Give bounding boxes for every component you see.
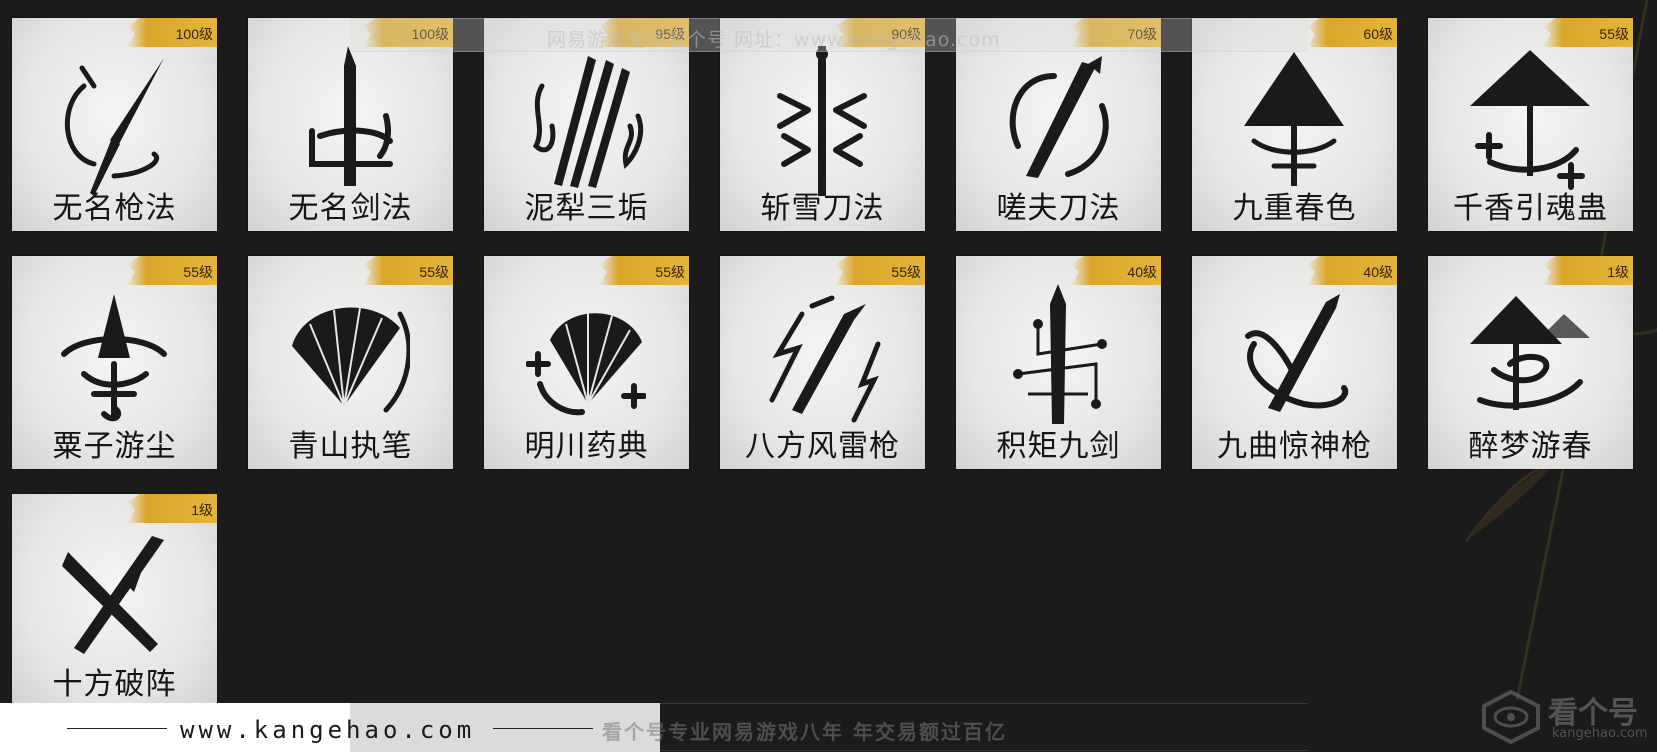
skill-name: 斩雪刀法 [760,191,885,226]
fan-icon [292,307,410,413]
sword-upright-icon [309,46,393,186]
lightning-spear-icon [769,295,881,423]
skill-card[interactable]: 55级 千香引魂蛊 [1428,18,1633,231]
divider-line [67,728,167,729]
triple-blade-flame-icon [532,56,644,188]
skill-name: 十方破阵 [52,667,177,702]
skill-card[interactable]: 1级 醉梦游春 [1428,256,1633,469]
level-badge: 100级 [127,18,217,47]
watermark-top-banner: 网易游戏能读看个号 网址：www.kangehao.com [350,18,1308,52]
crossed-swords-icon [62,536,164,654]
skill-card[interactable]: 100级 无名枪法 [12,18,217,231]
level-badge: 55级 [599,256,689,285]
blade-circle-icon [1009,56,1109,178]
spear-orbit-icon [1245,294,1349,412]
skill-name: 八方风雷枪 [745,429,900,464]
snow-blade-icon [777,46,867,196]
umbrella-plus-icon [1470,50,1590,190]
skill-name: 无名枪法 [52,191,177,226]
skill-card[interactable]: 55级 青山执笔 [248,256,453,469]
skill-name: 嗟夫刀法 [996,191,1121,226]
spear-circle-icon [64,58,164,196]
watermark-top-text: 网易游戏能读看个号 网址：www.kangehao.com [547,29,1001,51]
skill-card[interactable]: 40级 九曲惊神枪 [1192,256,1397,469]
skill-name: 九重春色 [1232,191,1357,226]
spinning-top-icon [61,294,167,422]
skill-name: 醉梦游春 [1468,429,1593,464]
level-badge: 55级 [1543,18,1633,47]
level-badge: 55级 [127,256,217,285]
skill-card[interactable]: 55级 粟子游尘 [12,256,217,469]
skill-name: 青山执笔 [288,429,413,464]
skill-card[interactable]: 55级 明川药典 [484,256,689,469]
sword-constellation-icon [1013,284,1107,424]
level-badge: 40级 [1071,256,1161,285]
fan-plus-icon [526,312,646,416]
eye-logo-icon [1482,689,1540,745]
skill-name: 九曲惊神枪 [1217,429,1372,464]
level-badge: 60级 [1307,18,1397,47]
skill-name: 粟子游尘 [52,429,177,464]
skill-name: 明川药典 [524,429,649,464]
skill-name: 泥犁三垢 [524,191,649,226]
skill-grid: 100级 无名枪法 100级 无名剑法 95级 泥犁三垢 90级 斩雪刀法 70… [0,0,1657,752]
skill-name: 无名剑法 [288,191,413,226]
level-badge: 40级 [1307,256,1397,285]
skill-name: 千香引魂蛊 [1453,191,1608,226]
umbrella-icon [1244,52,1344,186]
watermark-slogan: 看个号专业网易游戏八年 年交易额过百亿 [602,720,1007,744]
skill-card[interactable]: 55级 八方风雷枪 [720,256,925,469]
watermark-logo: 看个号 kangehao.com [1480,684,1650,748]
level-badge: 55级 [835,256,925,285]
skill-card[interactable]: 40级 积矩九剑 [956,256,1161,469]
umbrella-swirl-icon [1470,296,1590,410]
logo-subtext: kangehao.com [1552,726,1648,741]
skill-name: 积矩九剑 [996,429,1121,464]
level-badge: 1级 [127,494,217,523]
level-badge: 55级 [363,256,453,285]
divider-line [493,728,593,729]
level-badge: 1级 [1543,256,1633,285]
skill-card[interactable]: 1级 十方破阵 [12,494,217,707]
watermark-url: www.kangehao.com [180,716,476,744]
